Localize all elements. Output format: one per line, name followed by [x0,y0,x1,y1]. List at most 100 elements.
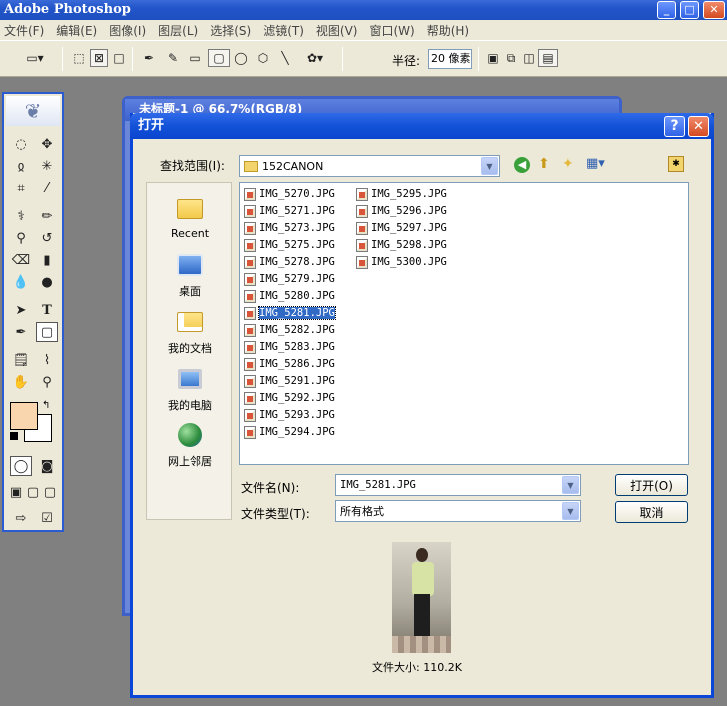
eyedropper-icon[interactable]: ⌇ [36,350,58,370]
look-in-combo[interactable]: 152CANON ▼ [239,155,500,177]
clone-stamp-icon[interactable]: ⚲ [10,228,32,248]
file-list[interactable]: IMG_5270.JPG IMG_5271.JPG IMG_5273.JPG I… [239,182,689,465]
shape-tool-icon[interactable]: ▢ [36,322,58,342]
menu-view[interactable]: 视图(V) [316,22,358,39]
file-item-selected[interactable]: IMG_5281.JPG [244,305,337,321]
hand-icon[interactable]: ✋ [10,372,32,392]
menu-edit[interactable]: 编辑(E) [56,22,97,39]
crop-icon[interactable]: ⌗ [10,178,32,198]
filetype-select[interactable]: 所有格式 ▼ [335,500,581,522]
custom-shape-tool-icon[interactable]: ✿▾ [298,49,332,67]
edit-in-imageready-icon[interactable]: ☑ [36,508,58,528]
screen-mode-full-icon[interactable]: ▢ [42,482,58,502]
file-item[interactable]: IMG_5279.JPG [244,271,337,287]
blur-icon[interactable]: 💧 [10,272,32,292]
file-item[interactable]: IMG_5280.JPG [244,288,337,304]
view-menu-icon[interactable]: ▦▾ [586,156,605,171]
menu-filter[interactable]: 滤镜(T) [263,22,304,39]
file-item[interactable]: IMG_5286.JPG [244,356,337,372]
move-icon[interactable]: ✥ [36,134,58,154]
lasso-icon[interactable]: ჲ [10,156,32,176]
radius-input[interactable]: 20 像素 [428,49,472,69]
shape-layers-icon[interactable]: ⬚ [70,49,88,67]
close-button[interactable]: ✕ [703,1,725,19]
chevron-down-icon[interactable]: ▼ [481,157,498,175]
place-my-computer[interactable]: 我的电脑 [147,363,233,413]
new-folder-icon[interactable]: ✦ [562,156,574,172]
jump-to-imageready-icon[interactable]: ⇨ [10,508,32,528]
magic-wand-icon[interactable]: ✳ [36,156,58,176]
pen-icon[interactable]: ✒ [140,49,158,67]
file-item[interactable]: IMG_5295.JPG [356,186,449,202]
menu-select[interactable]: 选择(S) [210,22,251,39]
menu-window[interactable]: 窗口(W) [369,22,414,39]
filename-input[interactable]: IMG_5281.JPG ▼ [335,474,581,496]
chevron-down-icon[interactable]: ▼ [562,502,579,520]
swap-colors-icon[interactable]: ↰ [42,400,50,411]
notes-icon[interactable]: 🗒 [10,350,32,370]
path-selection-icon[interactable]: ➤ [10,300,32,320]
file-item[interactable]: IMG_5270.JPG [244,186,337,202]
ellipse-tool-icon[interactable]: ◯ [232,49,250,67]
standard-mode-icon[interactable]: ◯ [10,456,32,476]
foreground-color-swatch[interactable] [10,402,38,430]
file-item[interactable]: IMG_5275.JPG [244,237,337,253]
chevron-down-icon[interactable]: ▼ [562,476,579,494]
tool-preset-picker[interactable]: ▭▾ [22,49,48,67]
line-tool-icon[interactable]: ╲ [276,49,294,67]
pen-tool-icon[interactable]: ✒ [10,322,32,342]
screen-mode-full-menu-icon[interactable]: ▢ [25,482,41,502]
menu-help[interactable]: 帮助(H) [427,22,469,39]
place-network[interactable]: 网上邻居 [147,419,233,469]
file-item[interactable]: IMG_5278.JPG [244,254,337,270]
menu-file[interactable]: 文件(F) [4,22,44,39]
menu-image[interactable]: 图像(I) [109,22,146,39]
type-icon[interactable]: T [36,300,58,320]
quick-mask-icon[interactable]: ◙ [36,456,58,476]
rounded-rectangle-tool-icon[interactable]: ▢ [208,49,230,67]
up-folder-icon[interactable]: ⬆ [538,156,550,172]
gradient-icon[interactable]: ▮ [36,250,58,270]
file-item[interactable]: IMG_5300.JPG [356,254,449,270]
combine-subtract-icon[interactable]: ◫ [520,49,538,67]
maximize-button[interactable]: □ [680,1,699,19]
file-item[interactable]: IMG_5293.JPG [244,407,337,423]
freeform-pen-icon[interactable]: ✎ [164,49,182,67]
file-item[interactable]: IMG_5273.JPG [244,220,337,236]
polygon-tool-icon[interactable]: ⬡ [254,49,272,67]
menu-layer[interactable]: 图层(L) [158,22,198,39]
file-item[interactable]: IMG_5282.JPG [244,322,337,338]
marquee-icon[interactable]: ◌ [10,134,32,154]
minimize-button[interactable]: _ [657,1,676,19]
tools-icon[interactable]: ✱ [668,156,684,172]
help-button[interactable]: ? [664,116,685,137]
file-item[interactable]: IMG_5298.JPG [356,237,449,253]
dodge-icon[interactable]: ● [36,272,58,292]
back-icon[interactable]: ◀ [514,157,530,173]
brush-icon[interactable]: ✏ [36,206,58,226]
combine-add-icon[interactable]: ⧉ [502,49,520,67]
paths-icon[interactable]: ⊠ [90,49,108,67]
zoom-icon[interactable]: ⚲ [36,372,58,392]
file-item[interactable]: IMG_5292.JPG [244,390,337,406]
fill-pixels-icon[interactable]: □ [110,49,128,67]
combine-new-icon[interactable]: ▣ [484,49,502,67]
file-item[interactable]: IMG_5271.JPG [244,203,337,219]
eraser-icon[interactable]: ⌫ [10,250,32,270]
file-item[interactable]: IMG_5297.JPG [356,220,449,236]
open-button[interactable]: 打开(O) [615,474,688,496]
file-item[interactable]: IMG_5296.JPG [356,203,449,219]
healing-brush-icon[interactable]: ⚕ [10,206,32,226]
place-recent[interactable]: Recent [147,193,233,240]
place-my-documents[interactable]: 我的文档 [147,306,233,356]
slice-icon[interactable]: ⁄ [36,178,58,198]
place-desktop[interactable]: 桌面 [147,249,233,299]
screen-mode-standard-icon[interactable]: ▣ [8,482,24,502]
file-item[interactable]: IMG_5291.JPG [244,373,337,389]
combine-intersect-icon[interactable]: ▤ [538,49,558,67]
history-brush-icon[interactable]: ↺ [36,228,58,248]
cancel-button[interactable]: 取消 [615,501,688,523]
file-item[interactable]: IMG_5283.JPG [244,339,337,355]
rectangle-tool-icon[interactable]: ▭ [186,49,204,67]
default-colors-icon[interactable] [10,432,18,440]
